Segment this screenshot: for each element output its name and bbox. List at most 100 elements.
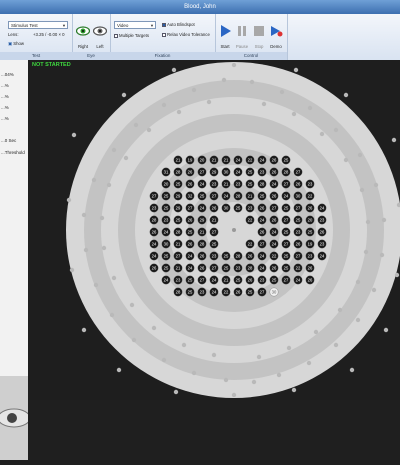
pending-test-point (373, 182, 379, 188)
stimulus-value: 25 (188, 278, 193, 283)
stimulus-value: 26 (272, 218, 277, 223)
fixation-mode-value: Video (117, 23, 129, 28)
chevron-down-icon: ▼ (62, 23, 66, 28)
info-line: ...Threshold (1, 150, 25, 155)
stimulus-value: 25 (308, 230, 313, 235)
stimulus-value: 23 (152, 206, 157, 211)
stimulus-value: 26 (296, 182, 301, 187)
info-line: ...% (1, 105, 9, 110)
eye-icon (75, 26, 91, 36)
stimulus-value: 25 (224, 266, 229, 271)
stimulus-value: 26 (272, 194, 277, 199)
pending-test-point (181, 342, 187, 348)
stimulus-value: 27 (296, 170, 301, 175)
pending-test-point (381, 217, 387, 223)
pending-test-point (333, 127, 339, 133)
left-info-panel: ...04% ...% ...% ...% ...% ...0 Sec ...T… (0, 60, 31, 460)
stimulus-value: 24 (236, 158, 241, 163)
pending-test-point (109, 312, 115, 318)
stimulus-value: 19 (308, 242, 313, 247)
stimulus-value: 24 (272, 230, 277, 235)
stimulus-value: 27 (152, 194, 157, 199)
demo-icon (271, 26, 283, 37)
stimulus-value: 24 (200, 182, 205, 187)
stimulus-value: 24 (260, 218, 265, 223)
stimulus-value: 26 (152, 230, 157, 235)
stimulus-value: 22 (248, 158, 253, 163)
stimulus-value: 26 (308, 278, 313, 283)
pause-icon (238, 26, 246, 36)
test-status-label: NOT STARTED (32, 62, 71, 68)
relax-video-tolerance-label: Relax Video Tolerance (167, 32, 210, 37)
show-button[interactable]: ▣ Show (8, 41, 24, 47)
stimulus-value: 22 (248, 242, 253, 247)
pause-button[interactable]: Pause (234, 24, 250, 49)
left-eye-button[interactable]: Left (92, 24, 108, 49)
stimulus-value: 26 (296, 242, 301, 247)
stimulus-value: 25 (284, 266, 289, 271)
stimulus-value: 25 (188, 290, 193, 295)
right-eye-button[interactable]: Right (75, 24, 91, 49)
stimulus-value: 25 (260, 194, 265, 199)
stimulus-value: 25 (284, 158, 289, 163)
chevron-down-icon: ▼ (150, 23, 154, 28)
stimulus-value: 25 (248, 182, 253, 187)
stimulus-value: 25 (164, 206, 169, 211)
stimulus-value: 22 (296, 266, 301, 271)
start-button[interactable]: Start (217, 24, 233, 49)
demo-label: Demo (270, 44, 282, 49)
stimulus-value: 23 (320, 242, 325, 247)
pending-test-point (383, 327, 389, 333)
checkbox-box (114, 33, 118, 38)
pending-test-point (371, 287, 377, 293)
auto-blindspot-checkbox[interactable]: Auto Blindspot (162, 22, 195, 27)
ribbon-group-fixation: Video ▼ Multiple Targets Auto Blindspot R… (110, 14, 216, 60)
stimulus-value: 21 (200, 230, 205, 235)
pending-test-point (93, 282, 99, 288)
pending-test-point (349, 367, 355, 373)
stimulus-value: 32 (188, 194, 193, 199)
stop-button[interactable]: Stop (251, 24, 267, 49)
stimulus-value: 22 (224, 290, 229, 295)
demo-button[interactable]: Demo (268, 24, 284, 49)
stimulus-value: 27 (212, 194, 217, 199)
relax-video-tolerance-checkbox[interactable]: Relax Video Tolerance (162, 32, 210, 37)
pending-test-point (129, 302, 135, 308)
pending-test-point (343, 92, 349, 98)
stimulus-value: 24 (224, 194, 229, 199)
stimulus-value: 23 (296, 230, 301, 235)
pending-test-point (319, 131, 325, 137)
pending-test-point (357, 152, 363, 158)
show-icon: ▣ (8, 41, 13, 46)
pending-test-point (306, 360, 312, 366)
stimulus-value: 31 (164, 170, 169, 175)
stimulus-value: 26 (188, 218, 193, 223)
pending-test-point (223, 377, 229, 383)
pending-test-point (231, 392, 237, 398)
stimulus-value: 24 (260, 254, 265, 259)
pending-test-point (111, 275, 117, 281)
stimulus-value: 23 (320, 218, 325, 223)
pending-test-point (291, 111, 297, 117)
stimulus-value: 26 (308, 206, 313, 211)
multiple-targets-checkbox[interactable]: Multiple Targets (114, 33, 149, 38)
pending-test-point (394, 272, 400, 278)
stimulus-value: 27 (284, 182, 289, 187)
stimulus-value: 21 (212, 218, 217, 223)
stimulus-value: 27 (200, 278, 205, 283)
test-type-combo[interactable]: Stimulus Test ▼ (8, 21, 68, 29)
info-line: ...% (1, 94, 9, 99)
stimulus-value: 24 (284, 194, 289, 199)
checkbox-box (162, 32, 166, 37)
stimulus-value: 23 (248, 206, 253, 211)
stimulus-value: 27 (212, 266, 217, 271)
stimulus-value: 30 (164, 242, 169, 247)
fixation-mode-combo[interactable]: Video ▼ (114, 21, 156, 29)
stimulus-value: 24 (320, 206, 325, 211)
stimulus-value: 27 (284, 218, 289, 223)
stimulus-value: 29 (176, 194, 181, 199)
pending-test-point (307, 105, 313, 111)
ribbon-group-control: Start Pause Stop Demo Control (215, 14, 288, 60)
stimulus-value: 25 (248, 170, 253, 175)
pending-test-point (251, 379, 257, 385)
